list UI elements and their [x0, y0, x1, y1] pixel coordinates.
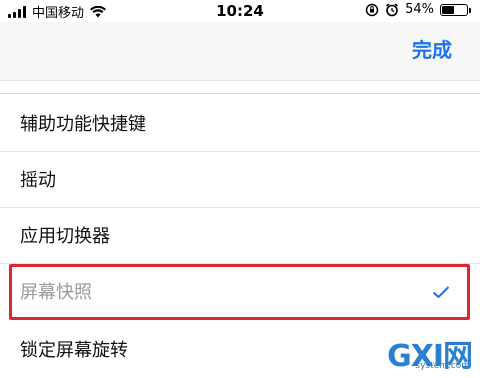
divider	[0, 93, 480, 94]
battery-tip	[469, 7, 471, 13]
status-bar: 中国移动 10:24 54%	[0, 0, 480, 22]
list-item-label: 锁定屏幕旋转	[20, 340, 128, 361]
battery-fill	[442, 5, 454, 14]
list-item-label: 应用切换器	[20, 226, 110, 247]
list-item-app-switcher[interactable]: 应用切换器	[0, 208, 480, 264]
battery-icon	[440, 3, 471, 16]
highlight-box	[9, 264, 470, 320]
rotation-lock-icon	[365, 3, 379, 16]
battery-percent: 54%	[405, 2, 434, 17]
list-item-label: 辅助功能快捷键	[20, 114, 146, 135]
alarm-icon	[386, 2, 399, 16]
watermark-sub: system.com	[415, 361, 470, 371]
list-item-shake[interactable]: 摇动	[0, 152, 480, 208]
status-right: 54%	[365, 2, 471, 17]
list-item-accessibility-shortcut[interactable]: 辅助功能快捷键	[0, 96, 480, 152]
done-button[interactable]: 完成	[412, 34, 452, 63]
list-item-label: 摇动	[20, 170, 56, 191]
navigation-bar: 完成	[0, 22, 480, 81]
watermark-logo: GXI网 system.com	[372, 331, 473, 374]
